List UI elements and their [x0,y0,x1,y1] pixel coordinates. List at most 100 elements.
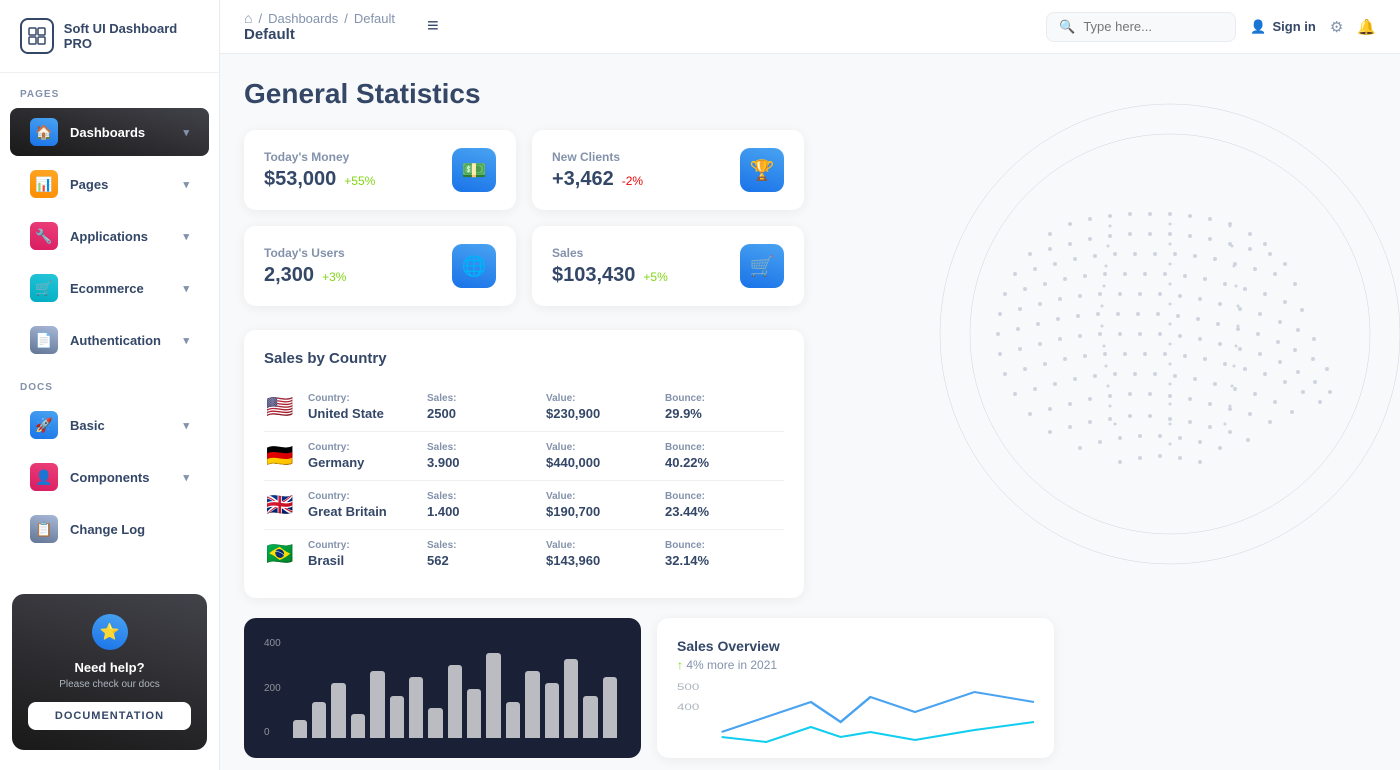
sidebar-item-label: Dashboards [70,125,145,140]
sidebar-item-applications[interactable]: 🔧 Applications ▾ [10,212,209,260]
chart-bar [293,720,307,738]
arrow-up-icon: ↑ [677,658,683,672]
sidebar-item-authentication[interactable]: 📄 Authentication ▾ [10,316,209,364]
applications-icon: 🔧 [30,222,58,250]
chart-bar [390,696,404,739]
table-row: 🇺🇸 Country: United State Sales: 2500 Val… [264,383,784,432]
documentation-button[interactable]: DOCUMENTATION [28,702,191,730]
chart-bar [351,714,365,738]
chart-bar [603,677,617,738]
chart-bar [467,689,481,738]
gear-icon[interactable]: ⚙ [1330,18,1343,36]
sales-country-title: Sales by Country [264,350,784,367]
sidebar-item-label: Basic [70,418,105,433]
y-label-0: 0 [264,727,281,738]
breadcrumb-separator2: / [344,11,348,26]
chart-bar [486,653,500,738]
chevron-down-icon: ▾ [183,419,189,432]
help-star-icon: ⭐ [92,614,128,650]
stat-money-value: $53,000 [264,168,336,191]
stat-money-icon: 💵 [452,148,496,192]
svg-text:500: 500 [677,683,699,692]
country-flag: 🇬🇧 [264,492,296,518]
stat-users-change: +3% [322,270,346,284]
bottom-row: 400 200 0 Sales Overview ↑ 4% more in 20… [244,618,1054,758]
sidebar-item-pages[interactable]: 📊 Pages ▾ [10,160,209,208]
stat-sales-label: Sales [552,246,668,260]
sidebar-item-components[interactable]: 👤 Components ▾ [10,453,209,501]
chevron-down-icon: ▾ [183,334,189,347]
breadcrumb: ⌂ / Dashboards / Default Default [244,10,395,43]
stat-sales-icon: 🛒 [740,244,784,288]
sidebar-item-dashboards[interactable]: 🏠 Dashboards ▾ [10,108,209,156]
chart-bar [545,683,559,738]
stat-money-change: +55% [344,174,375,188]
stats-grid: Today's Money $53,000 +55% 💵 New Clients… [244,130,804,306]
country-flag: 🇧🇷 [264,541,296,567]
main-content: ⌂ / Dashboards / Default Default ≡ 🔍 👤 S… [220,0,1400,770]
page-title: General Statistics [244,78,1376,110]
chart-y-labels: 400 200 0 [264,638,281,738]
stat-clients-value: +3,462 [552,168,614,191]
search-input[interactable] [1083,19,1223,34]
sidebar-item-label: Ecommerce [70,281,144,296]
sidebar-item-label: Authentication [70,333,161,348]
basic-icon: 🚀 [30,411,58,439]
overview-title: Sales Overview [677,638,1034,654]
chevron-down-icon: ▾ [183,230,189,243]
help-subtitle: Please check our docs [28,679,191,690]
stat-card-money: Today's Money $53,000 +55% 💵 [244,130,516,210]
sign-in-label: Sign in [1273,19,1316,34]
stat-money-label: Today's Money [264,150,375,164]
table-row: 🇬🇧 Country: Great Britain Sales: 1.400 V… [264,481,784,530]
sign-in-button[interactable]: 👤 Sign in [1250,19,1316,35]
sidebar-item-label: Change Log [70,522,145,537]
breadcrumb-dashboards[interactable]: Dashboards [268,11,338,26]
dashboards-icon: 🏠 [30,118,58,146]
sidebar: Soft UI Dashboard PRO PAGES 🏠 Dashboards… [0,0,220,770]
table-row: 🇩🇪 Country: Germany Sales: 3.900 Value: … [264,432,784,481]
search-box[interactable]: 🔍 [1046,12,1236,42]
chevron-down-icon: ▾ [183,282,189,295]
help-title: Need help? [28,660,191,675]
authentication-icon: 📄 [30,326,58,354]
breadcrumb-separator: / [258,11,262,26]
stat-card-users: Today's Users 2,300 +3% 🌐 [244,226,516,306]
stat-clients-change: -2% [622,174,643,188]
sales-overview-card: Sales Overview ↑ 4% more in 2021 500 400 [657,618,1054,758]
chart-bar [448,665,462,738]
chart-bar [428,708,442,738]
section-label-pages: PAGES [0,73,219,106]
country-flag: 🇩🇪 [264,443,296,469]
chevron-down-icon: ▾ [183,178,189,191]
page-subtitle: Default [244,26,395,43]
stat-sales-change: +5% [643,270,667,284]
help-box: ⭐ Need help? Please check our docs DOCUM… [12,594,207,750]
hamburger-icon[interactable]: ≡ [427,15,439,38]
bar-chart-card: 400 200 0 [244,618,641,758]
chart-bar [370,671,384,738]
overview-change: ↑ 4% more in 2021 [677,658,1034,672]
changelog-icon: 📋 [30,515,58,543]
sidebar-item-changelog[interactable]: 📋 Change Log [10,505,209,553]
overview-chart: 500 400 [677,672,1034,752]
stat-users-label: Today's Users [264,246,346,260]
sidebar-item-label: Applications [70,229,148,244]
country-flag: 🇺🇸 [264,394,296,420]
y-label-400: 400 [264,638,281,649]
bell-icon[interactable]: 🔔 [1357,18,1376,36]
sidebar-item-basic[interactable]: 🚀 Basic ▾ [10,401,209,449]
content-area: General Statistics Today's Money $53,000… [220,54,1400,770]
globe-decoration [870,74,1400,614]
user-icon: 👤 [1250,19,1266,35]
stat-users-icon: 🌐 [452,244,496,288]
stat-users-value: 2,300 [264,264,314,287]
sidebar-item-ecommerce[interactable]: 🛒 Ecommerce ▾ [10,264,209,312]
overview-change-text: 4% more in 2021 [686,658,777,672]
sidebar-logo: Soft UI Dashboard PRO [0,0,219,73]
stat-card-sales: Sales $103,430 +5% 🛒 [532,226,804,306]
home-icon: ⌂ [244,10,252,26]
breadcrumb-default: Default [354,11,395,26]
pages-icon: 📊 [30,170,58,198]
chart-bar [506,702,520,738]
